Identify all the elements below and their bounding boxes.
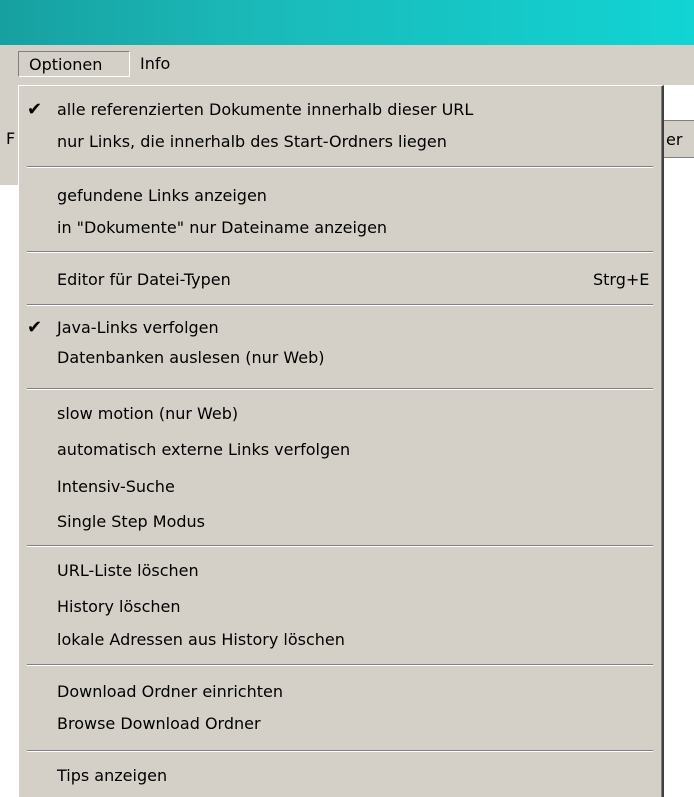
menu-item-label: Editor für Datei-Typen	[57, 270, 231, 289]
menu-item-label: in "Dokumente" nur Dateiname anzeigen	[57, 218, 388, 237]
menu-item-label: Datenbanken auslesen (nur Web)	[57, 348, 325, 367]
menu-separator	[27, 545, 653, 547]
menu-item-label: lokale Adressen aus History löschen	[57, 630, 345, 649]
menu-separator	[27, 304, 653, 306]
menu-item-label: gefundene Links anzeigen	[57, 186, 267, 205]
menu-separator	[27, 251, 653, 253]
menu-separator	[27, 166, 653, 168]
menu-item-gefundene-links-anzeigen[interactable]: gefundene Links anzeigen	[19, 180, 659, 212]
menu-item-label: Java-Links verfolgen	[57, 318, 219, 337]
menu-item-label: URL-Liste löschen	[57, 561, 199, 580]
menu-item-label: nur Links, die innerhalb des Start-Ordne…	[57, 132, 447, 151]
menu-item-single-step-modus[interactable]: Single Step Modus	[19, 506, 659, 538]
menu-item-intensiv-suche[interactable]: Intensiv-Suche	[19, 471, 659, 503]
menu-item-tips-anzeigen[interactable]: Tips anzeigen	[19, 760, 659, 792]
menu-item-download-ordner-einrichten[interactable]: Download Ordner einrichten	[19, 676, 659, 708]
menu-item-label: alle referenzierten Dokumente innerhalb …	[57, 100, 474, 119]
menu-separator	[27, 750, 653, 752]
menu-item-label: Download Ordner einrichten	[57, 682, 283, 701]
menu-item-history-loeschen[interactable]: History löschen	[19, 591, 659, 623]
menu-item-label: slow motion (nur Web)	[57, 404, 239, 423]
menu-bar: Optionen Info	[0, 45, 694, 85]
checkmark-icon: ✔	[27, 99, 43, 120]
menu-item-label: Browse Download Ordner	[57, 714, 261, 733]
checkmark-icon: ✔	[27, 317, 43, 338]
optionen-dropdown-menu: ✔ alle referenzierten Dokumente innerhal…	[18, 85, 664, 797]
menu-item-automatisch-externe-links[interactable]: automatisch externe Links verfolgen	[19, 434, 659, 466]
menu-info[interactable]: Info	[134, 51, 176, 77]
menu-item-label: automatisch externe Links verfolgen	[57, 440, 351, 459]
menu-item-lokale-adressen-loeschen[interactable]: lokale Adressen aus History löschen	[19, 624, 659, 656]
menu-optionen[interactable]: Optionen	[18, 51, 130, 77]
background-content	[664, 85, 694, 797]
menu-item-nur-links-start-ordner[interactable]: nur Links, die innerhalb des Start-Ordne…	[19, 126, 659, 158]
menu-item-java-links-verfolgen[interactable]: ✔ Java-Links verfolgen	[19, 312, 659, 344]
background-right-text: er	[666, 130, 683, 149]
menu-item-label: History löschen	[57, 597, 181, 616]
menu-separator	[27, 388, 653, 390]
menu-item-editor-datei-typen[interactable]: Editor für Datei-Typen Strg+E	[19, 264, 659, 296]
menu-item-label: Tips anzeigen	[57, 766, 168, 785]
menu-separator	[27, 664, 653, 666]
background-right-strip: er	[664, 120, 694, 158]
menu-item-nur-dateiname-anzeigen[interactable]: in "Dokumente" nur Dateiname anzeigen	[19, 212, 659, 244]
menu-item-alle-referenzierten-dokumente[interactable]: ✔ alle referenzierten Dokumente innerhal…	[19, 94, 659, 126]
menu-item-shortcut: Strg+E	[593, 270, 650, 289]
menu-item-label: Intensiv-Suche	[57, 477, 175, 496]
menu-item-datenbanken-auslesen[interactable]: Datenbanken auslesen (nur Web)	[19, 342, 659, 374]
menu-item-url-liste-loeschen[interactable]: URL-Liste löschen	[19, 555, 659, 587]
menu-item-slow-motion[interactable]: slow motion (nur Web)	[19, 398, 659, 430]
menu-item-browse-download-ordner[interactable]: Browse Download Ordner	[19, 708, 659, 740]
title-bar	[0, 0, 694, 45]
background-left-text: F	[6, 129, 16, 148]
menu-item-label: Single Step Modus	[57, 512, 206, 531]
